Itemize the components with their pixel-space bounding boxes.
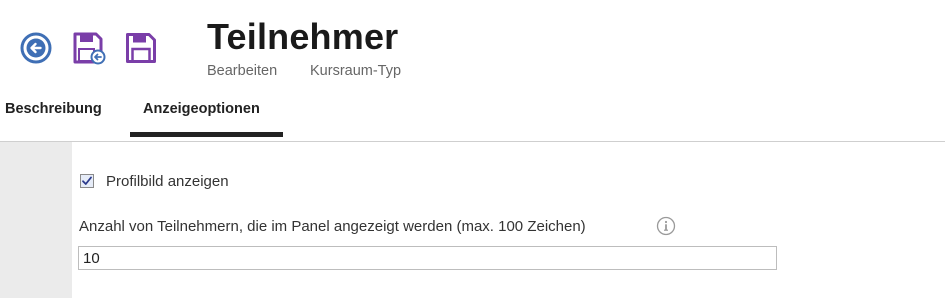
active-tab-indicator [130, 132, 283, 137]
breadcrumb-course-room-type: Kursraum-Typ [310, 63, 402, 79]
save-and-close-button[interactable] [72, 30, 106, 66]
tab-divider [0, 141, 945, 142]
arrow-left-circle-icon [20, 32, 52, 64]
participant-count-label: Anzahl von Teilnehmern, die im Panel ang… [79, 218, 586, 235]
tab-anzeigeoptionen[interactable]: Anzeigeoptionen [143, 100, 260, 118]
info-circle-icon[interactable] [656, 216, 676, 236]
breadcrumb-edit: Bearbeiten [207, 63, 278, 79]
save-button[interactable] [124, 30, 158, 66]
back-button[interactable] [19, 30, 53, 66]
side-panel [0, 142, 72, 298]
checkmark-icon [82, 176, 92, 185]
save-and-close-icon [72, 31, 106, 65]
participant-count-input[interactable] [78, 246, 777, 270]
profile-picture-label[interactable]: Profilbild anzeigen [106, 173, 229, 191]
tab-beschreibung[interactable]: Beschreibung [5, 100, 102, 118]
floppy-disk-icon [125, 32, 157, 64]
page-title: Teilnehmer [207, 16, 399, 57]
profile-picture-checkbox[interactable] [80, 174, 94, 188]
